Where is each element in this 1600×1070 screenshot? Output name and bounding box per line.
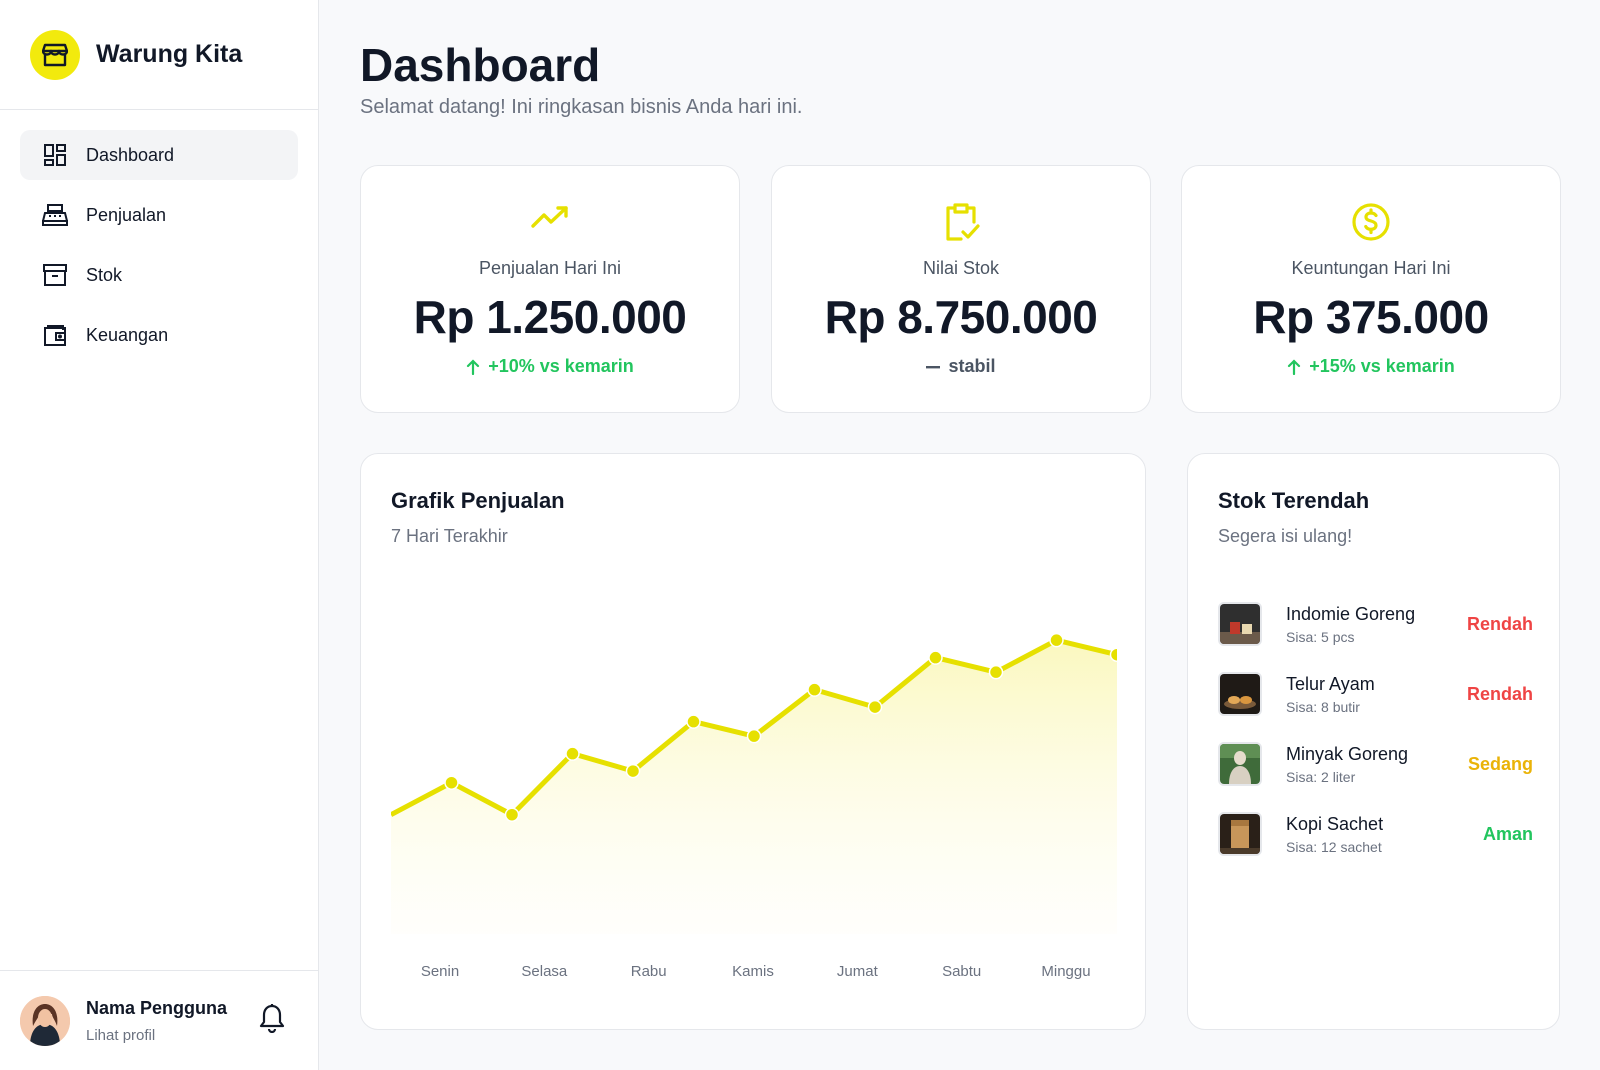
- product-name: Telur Ayam: [1286, 673, 1375, 694]
- stat-label: Keuntungan Hari Ini: [1291, 258, 1451, 278]
- stat-label: Nilai Stok: [922, 258, 1000, 278]
- sidebar-item-penjualan[interactable]: Penjualan: [20, 190, 298, 240]
- stat-card-profit: Keuntungan Hari Ini Rp 375.000 +15% vs k…: [1181, 165, 1561, 413]
- sidebar-item-stok[interactable]: Stok: [20, 250, 298, 300]
- chart-data-point[interactable]: [1049, 632, 1064, 648]
- bell-icon[interactable]: [259, 1003, 289, 1037]
- user-profile[interactable]: Nama Pengguna Lihat profil: [0, 970, 319, 1070]
- profile-name: Nama Pengguna: [86, 997, 228, 1018]
- arrow-up-icon: [1288, 358, 1301, 375]
- sidebar-item-label: Stok: [86, 264, 123, 285]
- product-thumbnail: [1218, 812, 1262, 856]
- sidebar: Warung Kita Dashboard Penjualan Stok Keu…: [0, 0, 319, 1070]
- chart-data-point[interactable]: [625, 763, 641, 779]
- stat-delta: +15% vs kemarin: [1182, 356, 1560, 377]
- store-icon: [30, 29, 80, 80]
- arrow-up-icon: [467, 358, 480, 375]
- chart-data-point[interactable]: [565, 746, 580, 761]
- stat-value: Rp 375.000: [1253, 291, 1489, 343]
- product-thumbnail: [1218, 742, 1262, 786]
- page-subtitle: Selamat datang! Ini ringkasan bisnis And…: [360, 96, 803, 118]
- chart-x-tick-label: Minggu: [1041, 963, 1090, 980]
- clipboard-check-icon: [772, 202, 1150, 246]
- low-stock-card: Stok Terendah Segera isi ulang! Indomie …: [1187, 453, 1560, 1030]
- sidebar-nav: Dashboard Penjualan Stok Keuangan: [0, 110, 318, 360]
- product-thumbnail: [1218, 672, 1262, 716]
- stock-subtitle: Segera isi ulang!: [1218, 526, 1353, 546]
- stat-delta: stabil: [772, 356, 1150, 377]
- chart-x-tick-label: Selasa: [521, 963, 568, 980]
- chart-data-point[interactable]: [444, 775, 459, 790]
- chart-title: Grafik Penjualan: [391, 488, 565, 513]
- cash-register-icon: [42, 202, 68, 228]
- list-item[interactable]: Minyak Goreng Sisa: 2 liter Sedang: [1218, 729, 1533, 799]
- list-item[interactable]: Indomie Goreng Sisa: 5 pcs Rendah: [1218, 589, 1533, 659]
- chart-x-tick-label: Kamis: [732, 963, 774, 980]
- dash-icon: [926, 365, 941, 368]
- product-thumbnail: [1218, 602, 1262, 646]
- product-name: Indomie Goreng: [1286, 603, 1416, 624]
- chart-data-point[interactable]: [504, 807, 520, 822]
- list-item[interactable]: Telur Ayam Sisa: 8 butir Rendah: [1218, 659, 1533, 729]
- sidebar-item-label: Penjualan: [86, 204, 167, 225]
- chart-data-point[interactable]: [686, 714, 701, 729]
- status-badge: Rendah: [1466, 613, 1533, 634]
- sales-chart: Senin Selasa Rabu Kamis Jumat Sabtu Minggu: [391, 632, 1118, 980]
- stat-card-stock-value: Nilai Stok Rp 8.750.000 stabil: [771, 165, 1151, 413]
- sidebar-item-dashboard[interactable]: Dashboard: [20, 130, 298, 180]
- dashboard-icon: [42, 142, 68, 168]
- product-name: Minyak Goreng: [1286, 743, 1409, 764]
- chart-subtitle: 7 Hari Terakhir: [391, 526, 508, 546]
- view-profile-link[interactable]: Lihat profil: [86, 1027, 227, 1044]
- product-name: Kopi Sachet: [1286, 813, 1384, 834]
- wallet-icon: [42, 322, 68, 348]
- sidebar-item-label: Dashboard: [86, 144, 175, 165]
- stat-card-sales: Penjualan Hari Ini Rp 1.250.000 +10% vs …: [360, 165, 740, 413]
- avatar: [20, 995, 70, 1046]
- archive-box-icon: [42, 262, 68, 288]
- sales-chart-card: Grafik Penjualan 7 Hari Terakhir Senin Se…: [360, 453, 1146, 1030]
- brand-name: Warung Kita: [96, 40, 243, 68]
- chart-area-fill: [391, 640, 1117, 934]
- status-badge: Aman: [1482, 823, 1533, 844]
- product-qty: Sisa: 12 sachet: [1286, 838, 1382, 855]
- brand[interactable]: Warung Kita: [0, 0, 318, 110]
- chart-data-point[interactable]: [988, 664, 1004, 680]
- stock-title: Stok Terendah: [1218, 488, 1370, 513]
- list-item[interactable]: Kopi Sachet Sisa: 12 sachet Aman: [1218, 799, 1533, 869]
- chart-x-tick-label: Jumat: [837, 963, 879, 980]
- stat-delta-text: +10% vs kemarin: [488, 356, 634, 376]
- sidebar-item-keuangan[interactable]: Keuangan: [20, 310, 298, 360]
- stat-delta: +10% vs kemarin: [361, 356, 739, 377]
- stat-value: Rp 8.750.000: [824, 291, 1098, 343]
- status-badge: Rendah: [1466, 683, 1533, 704]
- chart-data-point[interactable]: [746, 728, 762, 744]
- product-qty: Sisa: 5 pcs: [1286, 628, 1355, 645]
- chart-x-tick-label: Rabu: [631, 963, 667, 980]
- chart-data-point[interactable]: [928, 650, 943, 665]
- chart-x-tick-label: Sabtu: [942, 963, 981, 980]
- stat-delta-text: stabil: [948, 356, 996, 376]
- chart-data-point[interactable]: [807, 682, 822, 697]
- chart-data-point[interactable]: [1109, 647, 1118, 662]
- product-qty: Sisa: 2 liter: [1286, 768, 1356, 785]
- stat-value: Rp 1.250.000: [413, 291, 687, 343]
- dollar-circle-icon: [1182, 202, 1560, 246]
- status-badge: Sedang: [1467, 753, 1533, 774]
- trending-up-icon: [361, 202, 739, 246]
- chart-x-tick-label: Senin: [421, 963, 459, 980]
- stat-label: Penjualan Hari Ini: [478, 258, 622, 278]
- chart-data-point[interactable]: [867, 699, 883, 715]
- product-qty: Sisa: 8 butir: [1286, 698, 1360, 715]
- stock-list: Indomie Goreng Sisa: 5 pcs Rendah Telur …: [1218, 589, 1533, 869]
- page-title: Dashboard: [360, 39, 601, 91]
- stat-delta-text: +15% vs kemarin: [1309, 356, 1455, 376]
- sidebar-item-label: Keuangan: [86, 324, 169, 345]
